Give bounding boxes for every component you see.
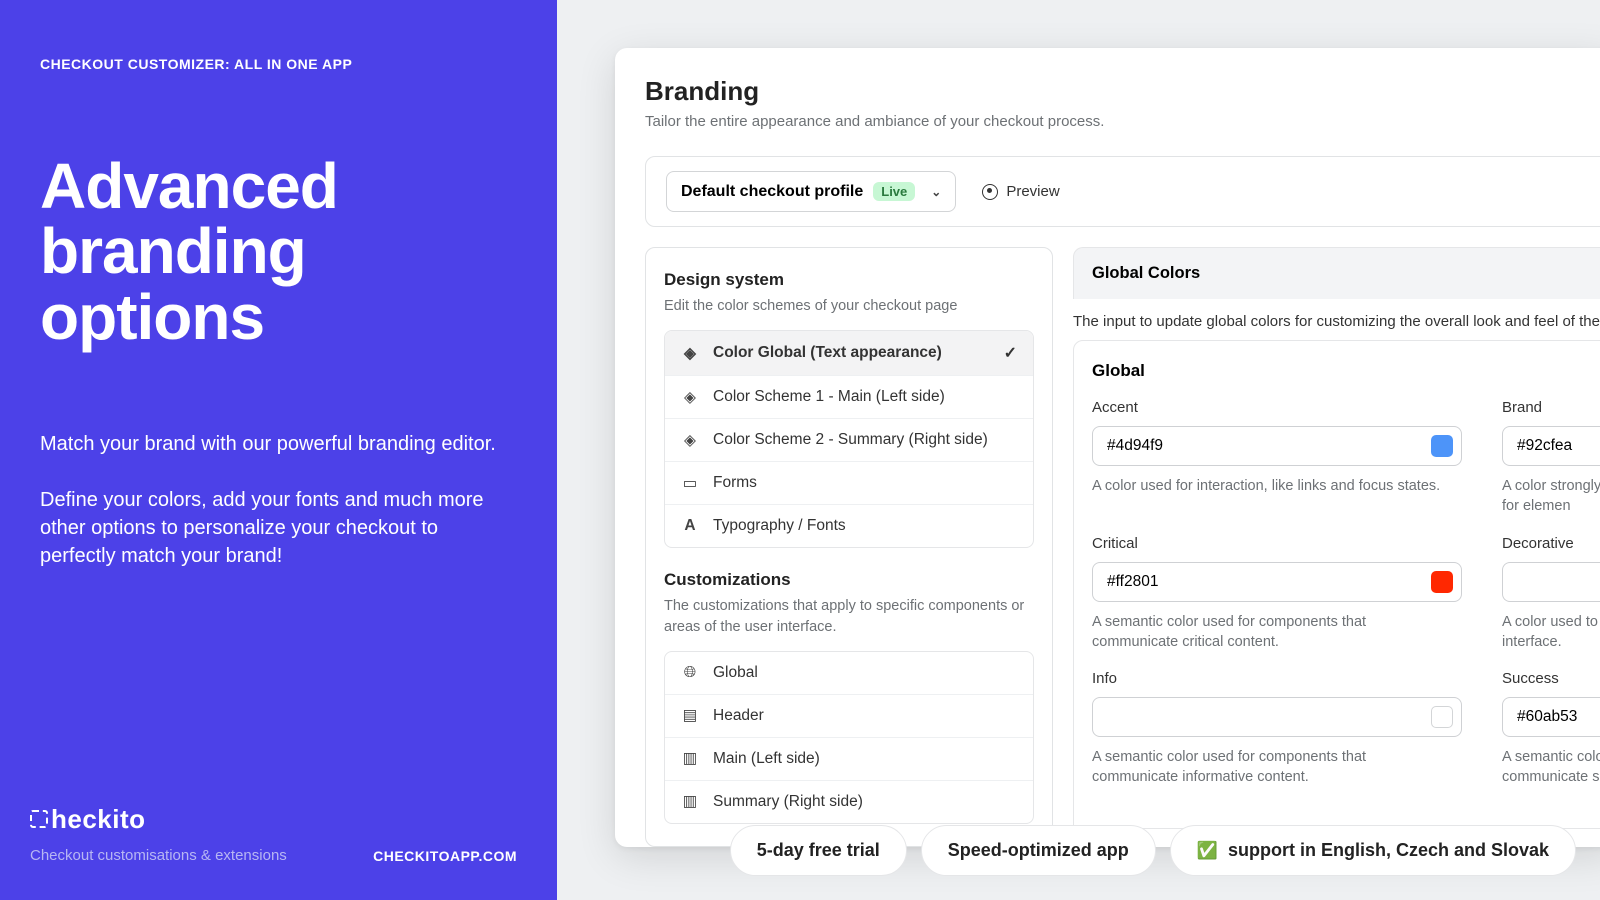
design-menu: ◈ Color Global (Text appearance) ✓ ◈ Col… bbox=[664, 330, 1034, 548]
design-item-scheme2[interactable]: ◈ Color Scheme 2 - Summary (Right side) bbox=[665, 418, 1033, 461]
subhead-2: Define your colors, add your fonts and m… bbox=[40, 486, 500, 570]
custom-item-header[interactable]: ▤ Header bbox=[665, 694, 1033, 737]
subhead-1: Match your brand with our powerful brand… bbox=[40, 430, 517, 458]
brand-help: A color strongly used for elemen bbox=[1502, 476, 1600, 517]
forms-icon: ▭ bbox=[681, 474, 699, 492]
headline: Advanced branding options bbox=[40, 154, 517, 350]
pill-trial: 5-day free trial bbox=[730, 825, 907, 876]
field-label-critical: Critical bbox=[1092, 535, 1462, 552]
design-item-scheme1[interactable]: ◈ Color Scheme 1 - Main (Left side) bbox=[665, 375, 1033, 418]
accent-input[interactable]: #4d94f9 bbox=[1092, 426, 1462, 466]
global-card-title: Global bbox=[1092, 361, 1600, 381]
design-system-sub: Edit the color schemes of your checkout … bbox=[664, 296, 1034, 316]
success-help: A semantic colo communicate su bbox=[1502, 747, 1600, 788]
logo: heckito bbox=[30, 804, 287, 835]
layout-right-icon: ▥ bbox=[681, 793, 699, 811]
field-label-decorative: Decorative bbox=[1502, 535, 1600, 552]
paint-icon: ◈ bbox=[681, 431, 699, 449]
global-colors-header: Global Colors bbox=[1073, 247, 1600, 299]
decorative-help: A color used to h interface. bbox=[1502, 612, 1600, 653]
info-input[interactable] bbox=[1092, 697, 1462, 737]
typography-icon: A bbox=[681, 517, 699, 535]
accent-swatch[interactable] bbox=[1431, 435, 1453, 457]
decorative-input[interactable] bbox=[1502, 562, 1600, 602]
custom-item-summary[interactable]: ▥ Summary (Right side) bbox=[665, 780, 1033, 823]
field-label-accent: Accent bbox=[1092, 399, 1462, 416]
paint-icon: ◈ bbox=[681, 388, 699, 406]
customizations-sub: The customizations that apply to specifi… bbox=[664, 596, 1034, 637]
eyebrow: CHECKOUT CUSTOMIZER: ALL IN ONE APP bbox=[40, 56, 517, 72]
check-icon: ✓ bbox=[1004, 343, 1017, 363]
info-help: A semantic color used for components tha… bbox=[1092, 747, 1392, 788]
status-badge: Live bbox=[873, 182, 915, 201]
customizations-title: Customizations bbox=[664, 570, 1034, 590]
pill-speed: Speed-optimized app bbox=[921, 825, 1156, 876]
preview-button[interactable]: Preview bbox=[982, 183, 1059, 200]
accent-help: A color used for interaction, like links… bbox=[1092, 476, 1462, 496]
design-system-title: Design system bbox=[664, 270, 1034, 290]
critical-help: A semantic color used for components tha… bbox=[1092, 612, 1392, 653]
field-label-success: Success bbox=[1502, 670, 1600, 687]
app-area: Branding Tailor the entire appearance an… bbox=[557, 0, 1600, 900]
global-colors-desc: The input to update global colors for cu… bbox=[1073, 299, 1600, 340]
content-panel: Global Colors The input to update global… bbox=[1073, 247, 1600, 847]
info-swatch[interactable] bbox=[1431, 706, 1453, 728]
profile-select[interactable]: Default checkout profile Live ⌄ bbox=[666, 171, 956, 212]
success-input[interactable]: #60ab53 bbox=[1502, 697, 1600, 737]
design-item-typography[interactable]: A Typography / Fonts bbox=[665, 504, 1033, 547]
chevron-down-icon: ⌄ bbox=[931, 185, 941, 199]
field-label-brand: Brand bbox=[1502, 399, 1600, 416]
app-window: Branding Tailor the entire appearance an… bbox=[615, 48, 1600, 847]
custom-menu: 🌐︎ Global ▤ Header ▥ Main (Left side) bbox=[664, 651, 1034, 824]
field-label-info: Info bbox=[1092, 670, 1462, 687]
layout-left-icon: ▥ bbox=[681, 750, 699, 768]
page-title: Branding bbox=[645, 76, 1600, 107]
sidebar-panel: Design system Edit the color schemes of … bbox=[645, 247, 1053, 847]
marketing-panel: CHECKOUT CUSTOMIZER: ALL IN ONE APP Adva… bbox=[0, 0, 557, 900]
header-icon: ▤ bbox=[681, 707, 699, 725]
profile-label: Default checkout profile bbox=[681, 183, 863, 201]
logo-tagline: Checkout customisations & extensions bbox=[30, 847, 287, 864]
custom-item-main[interactable]: ▥ Main (Left side) bbox=[665, 737, 1033, 780]
logo-icon bbox=[30, 810, 48, 828]
site-url: CHECKITOAPP.COM bbox=[373, 848, 517, 864]
globe-icon: 🌐︎ bbox=[681, 664, 699, 682]
design-item-forms[interactable]: ▭ Forms bbox=[665, 461, 1033, 504]
check-icon: ✅ bbox=[1197, 841, 1218, 861]
custom-item-global[interactable]: 🌐︎ Global bbox=[665, 652, 1033, 694]
eye-icon bbox=[982, 184, 998, 200]
page-subtitle: Tailor the entire appearance and ambianc… bbox=[645, 113, 1600, 130]
global-colors-card: Global Accent #4d94f9 A color used for i… bbox=[1073, 340, 1600, 829]
critical-input[interactable]: #ff2801 bbox=[1092, 562, 1462, 602]
paint-icon: ◈ bbox=[681, 344, 699, 362]
feature-pills: 5-day free trial Speed-optimized app ✅ s… bbox=[730, 825, 1576, 876]
pill-support: ✅ support in English, Czech and Slovak bbox=[1170, 825, 1576, 876]
design-item-color-global[interactable]: ◈ Color Global (Text appearance) ✓ bbox=[665, 331, 1033, 375]
critical-swatch[interactable] bbox=[1431, 571, 1453, 593]
toolbar: Default checkout profile Live ⌄ Preview bbox=[645, 156, 1600, 227]
brand-input[interactable]: #92cfea bbox=[1502, 426, 1600, 466]
